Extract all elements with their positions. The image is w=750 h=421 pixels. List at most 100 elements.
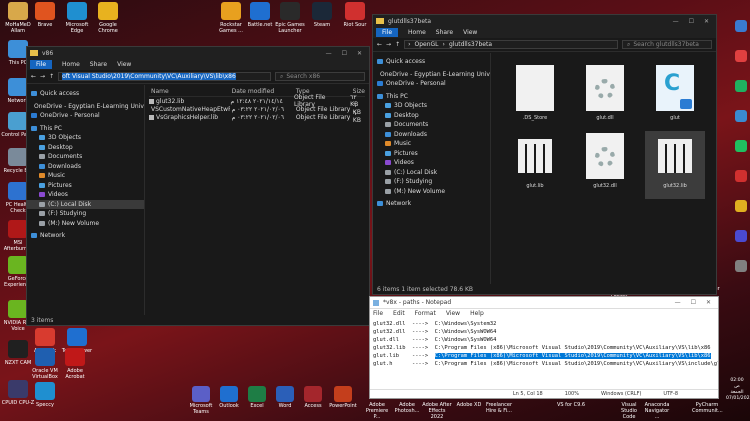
nav-item[interactable]: Pictures [373, 149, 490, 159]
nav-item[interactable]: Desktop [373, 111, 490, 121]
tray-app-icon[interactable] [735, 260, 747, 272]
nav-item[interactable]: Desktop [27, 143, 144, 153]
search-input[interactable]: ⌕ Search x86 [275, 72, 365, 81]
taskbar-app[interactable]: Excel [242, 386, 272, 409]
desktop-shortcut[interactable]: Brave [28, 2, 62, 28]
back-arrow-icon[interactable]: ← [31, 73, 36, 80]
taskbar-app[interactable]: Adobe XD [454, 402, 484, 408]
desktop-shortcut[interactable]: Oracle VM VirtualBox [28, 348, 62, 380]
nav-item[interactable]: (M:) New Volume [27, 219, 144, 229]
desktop-shortcut[interactable]: Microsoft Edge [60, 2, 94, 34]
file-tile[interactable]: glut.dll [575, 63, 635, 131]
nav-item[interactable]: This PC [27, 124, 144, 134]
tray-app-icon[interactable] [735, 200, 747, 212]
column-header-name[interactable]: Name [149, 88, 230, 95]
taskbar-app[interactable]: Access [298, 386, 328, 409]
ribbon-tab-file[interactable]: File [376, 28, 399, 37]
nav-item[interactable]: (F:) Studying [373, 177, 490, 187]
taskbar-app[interactable]: Anaconda Navigator ... [642, 402, 672, 420]
close-button[interactable]: ✕ [706, 299, 711, 306]
ribbon-tab-home[interactable]: Home [62, 61, 80, 68]
up-arrow-icon[interactable]: ↑ [49, 73, 54, 80]
system-clock[interactable]: 02:00 ص الجمعة 07/01/2022 [726, 378, 750, 402]
nav-item[interactable]: Pictures [27, 181, 144, 191]
desktop-shortcut[interactable]: Battle.net [243, 2, 277, 28]
nav-item[interactable]: OneDrive - Personal [27, 111, 144, 121]
file-tile[interactable]: glut32.lib [645, 131, 705, 199]
nav-item[interactable]: (F:) Studying [27, 209, 144, 219]
menu-file[interactable]: File [373, 310, 383, 317]
nav-item[interactable]: (C:) Local Disk [27, 199, 144, 209]
file-tile[interactable]: Cglut [645, 63, 705, 131]
close-button[interactable]: ✕ [357, 50, 362, 57]
ribbon-tab-view[interactable]: View [463, 29, 477, 36]
menu-view[interactable]: View [446, 310, 460, 317]
nav-item[interactable]: Quick access [27, 89, 144, 99]
desktop-shortcut[interactable]: Adobe Acrobat [58, 348, 92, 380]
column-header-date-modified[interactable]: Date modified [230, 88, 294, 95]
ribbon-tab-file[interactable]: File [30, 60, 53, 69]
file-row[interactable]: VSCustomNativeHeapEtwProvider.lib٢٠٢١/٠٢… [149, 102, 365, 116]
nav-item[interactable]: Videos [373, 158, 490, 168]
nav-item[interactable]: (C:) Local Disk [373, 168, 490, 178]
menu-help[interactable]: Help [470, 310, 484, 317]
nav-item[interactable]: OneDrive - Egyptian E-Learning Universit… [373, 70, 490, 80]
menu-format[interactable]: Format [415, 310, 436, 317]
nav-item[interactable]: This PC [373, 92, 490, 102]
nav-item[interactable]: Documents [27, 152, 144, 162]
nav-item[interactable]: Network [373, 199, 490, 209]
ribbon-tab-home[interactable]: Home [408, 29, 426, 36]
tray-app-icon[interactable] [735, 50, 747, 62]
forward-arrow-icon[interactable]: → [386, 41, 391, 48]
tray-app-icon[interactable] [735, 230, 747, 242]
taskbar-app[interactable]: Outlook [214, 386, 244, 409]
taskbar-app[interactable]: Microsoft Teams [186, 386, 216, 415]
tray-app-icon[interactable] [735, 80, 747, 92]
close-button[interactable]: ✕ [704, 18, 709, 25]
search-input[interactable]: ⌕ Search glutdlls37beta [622, 40, 712, 49]
desktop-shortcut[interactable]: Steam [305, 2, 339, 28]
desktop-shortcut[interactable]: Riot Sour [338, 2, 372, 28]
taskbar-app[interactable]: Visual Studio Code [614, 402, 644, 420]
back-arrow-icon[interactable]: ← [377, 41, 382, 48]
nav-item[interactable]: Downloads [373, 130, 490, 140]
taskbar-app[interactable]: Adobe Premiere P... [362, 402, 392, 420]
desktop-shortcut[interactable]: Epic Games Launcher [273, 2, 307, 34]
nav-item[interactable]: 3D Objects [373, 101, 490, 111]
nav-item[interactable]: (M:) New Volume [373, 187, 490, 197]
file-tile[interactable]: .DS_Store [505, 63, 565, 131]
maximize-button[interactable]: ☐ [691, 299, 696, 306]
taskbar-app[interactable]: Adobe Photosh... [392, 402, 422, 414]
ribbon-tab-share[interactable]: Share [90, 61, 107, 68]
ribbon-tab-view[interactable]: View [117, 61, 131, 68]
desktop-shortcut[interactable]: Speccy [28, 382, 62, 408]
ribbon-tab-share[interactable]: Share [436, 29, 453, 36]
taskbar-app[interactable]: Word [270, 386, 300, 409]
address-input[interactable]: › OpenGL › glutdlls37beta [404, 40, 618, 49]
taskbar-app[interactable]: PowerPoint [328, 386, 358, 409]
breadcrumb-glutdlls[interactable]: glutdlls37beta [449, 41, 492, 48]
taskbar-app[interactable]: VS for C9.6 [556, 402, 586, 408]
nav-item[interactable]: Quick access [373, 57, 490, 67]
taskbar-app[interactable]: Adobe After Effects 2022 [422, 402, 452, 420]
nav-item[interactable]: 3D Objects [27, 133, 144, 143]
nav-item[interactable]: Downloads [27, 162, 144, 172]
nav-item[interactable]: Music [373, 139, 490, 149]
maximize-button[interactable]: ☐ [342, 50, 347, 57]
maximize-button[interactable]: ☐ [689, 18, 694, 25]
address-input[interactable]: oft Visual Studio\2019\Community\VC\Auxi… [58, 72, 271, 81]
breadcrumb-openGL[interactable]: OpenGL [415, 41, 439, 48]
tray-app-icon[interactable] [735, 110, 747, 122]
up-arrow-icon[interactable]: ↑ [395, 41, 400, 48]
nav-item[interactable]: OneDrive - Personal [373, 79, 490, 89]
minimize-button[interactable]: — [673, 18, 679, 25]
nav-item[interactable]: Documents [373, 120, 490, 130]
desktop-shortcut[interactable]: Google Chrome [91, 2, 125, 34]
tray-app-icon[interactable] [735, 20, 747, 32]
nav-item[interactable]: Music [27, 171, 144, 181]
menu-edit[interactable]: Edit [393, 310, 405, 317]
taskbar-app[interactable]: Freelancer Hire & Fi... [484, 402, 514, 414]
nav-item[interactable]: Videos [27, 190, 144, 200]
file-tile[interactable]: glut32.dll [575, 131, 635, 199]
tray-app-icon[interactable] [735, 140, 747, 152]
